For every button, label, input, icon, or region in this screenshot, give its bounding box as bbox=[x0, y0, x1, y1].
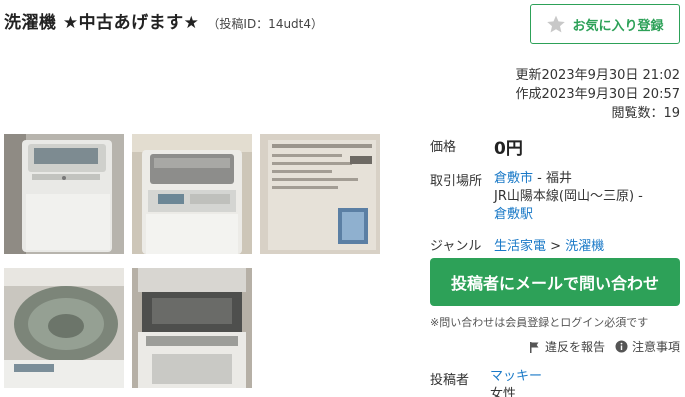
report-row: 違反を報告 注意事項 bbox=[529, 338, 680, 355]
photo-thumbnail-3[interactable] bbox=[260, 134, 380, 254]
page-title: 洗濯機 ★中古あげます★ bbox=[4, 13, 200, 33]
poster-label: 投稿者 bbox=[430, 373, 470, 388]
report-link[interactable]: 違反を報告 bbox=[529, 338, 605, 355]
photo-thumbnail-2[interactable] bbox=[132, 134, 252, 254]
genre-parent-link[interactable]: 生活家電 bbox=[494, 239, 546, 254]
location-area: - 福井 bbox=[533, 171, 572, 186]
genre-separator: > bbox=[546, 239, 566, 254]
location-station-link[interactable]: 倉敷駅 bbox=[494, 207, 533, 222]
washing-machine-front-photo bbox=[4, 134, 124, 254]
login-required-note: ※問い合わせは会員登録とログイン必須です bbox=[430, 316, 649, 329]
caution-link[interactable]: 注意事項 bbox=[615, 338, 680, 355]
favorite-button[interactable]: お気に入り登録 bbox=[530, 4, 680, 44]
photo-thumbnail-1[interactable] bbox=[4, 134, 124, 254]
price-label: 価格 bbox=[430, 140, 457, 155]
flag-icon bbox=[529, 341, 539, 353]
washing-machine-top-photo bbox=[132, 134, 252, 254]
genre-value: 生活家電 > 洗濯機 bbox=[494, 235, 604, 254]
location-value: 倉敷市 - 福井 JR山陽本線(岡山〜三原) - 倉敷駅 bbox=[494, 170, 674, 224]
lid-open-photo bbox=[132, 268, 252, 388]
caution-label: 注意事項 bbox=[631, 340, 680, 354]
location-city-link[interactable]: 倉敷市 bbox=[494, 171, 533, 186]
updated-date: 更新2023年9月30日 21:02 bbox=[515, 68, 681, 83]
title-row: 洗濯機 ★中古あげます★ （投稿ID：14udt4） bbox=[4, 8, 323, 33]
post-id: （投稿ID：14udt4） bbox=[207, 17, 324, 31]
poster-value: マッキー 女性 bbox=[490, 368, 542, 397]
info-icon bbox=[615, 340, 628, 353]
created-date: 作成2023年9月30日 20:57 bbox=[515, 87, 681, 102]
location-line: JR山陽本線(岡山〜三原) - bbox=[494, 189, 643, 204]
photo-thumbnail-4[interactable] bbox=[4, 268, 124, 388]
price-value: 0円 bbox=[494, 139, 523, 159]
poster-gender: 女性 bbox=[490, 387, 517, 397]
report-label: 違反を報告 bbox=[544, 340, 605, 354]
drum-interior-photo bbox=[4, 268, 124, 388]
genre-label: ジャンル bbox=[430, 239, 482, 254]
post-meta: 更新2023年9月30日 21:02 作成2023年9月30日 20:57 閲覧… bbox=[516, 66, 681, 123]
favorite-label: お気に入り登録 bbox=[572, 18, 664, 34]
photo-thumbnail-5[interactable] bbox=[132, 268, 252, 388]
star-icon bbox=[547, 15, 566, 33]
view-count: 閲覧数：19 bbox=[611, 106, 680, 121]
spec-label-photo bbox=[260, 134, 380, 254]
contact-poster-button[interactable]: 投稿者にメールで問い合わせ bbox=[430, 258, 680, 306]
poster-name-link[interactable]: マッキー bbox=[490, 369, 542, 384]
genre-child-link[interactable]: 洗濯機 bbox=[565, 239, 604, 254]
location-label: 取引場所 bbox=[430, 174, 483, 189]
